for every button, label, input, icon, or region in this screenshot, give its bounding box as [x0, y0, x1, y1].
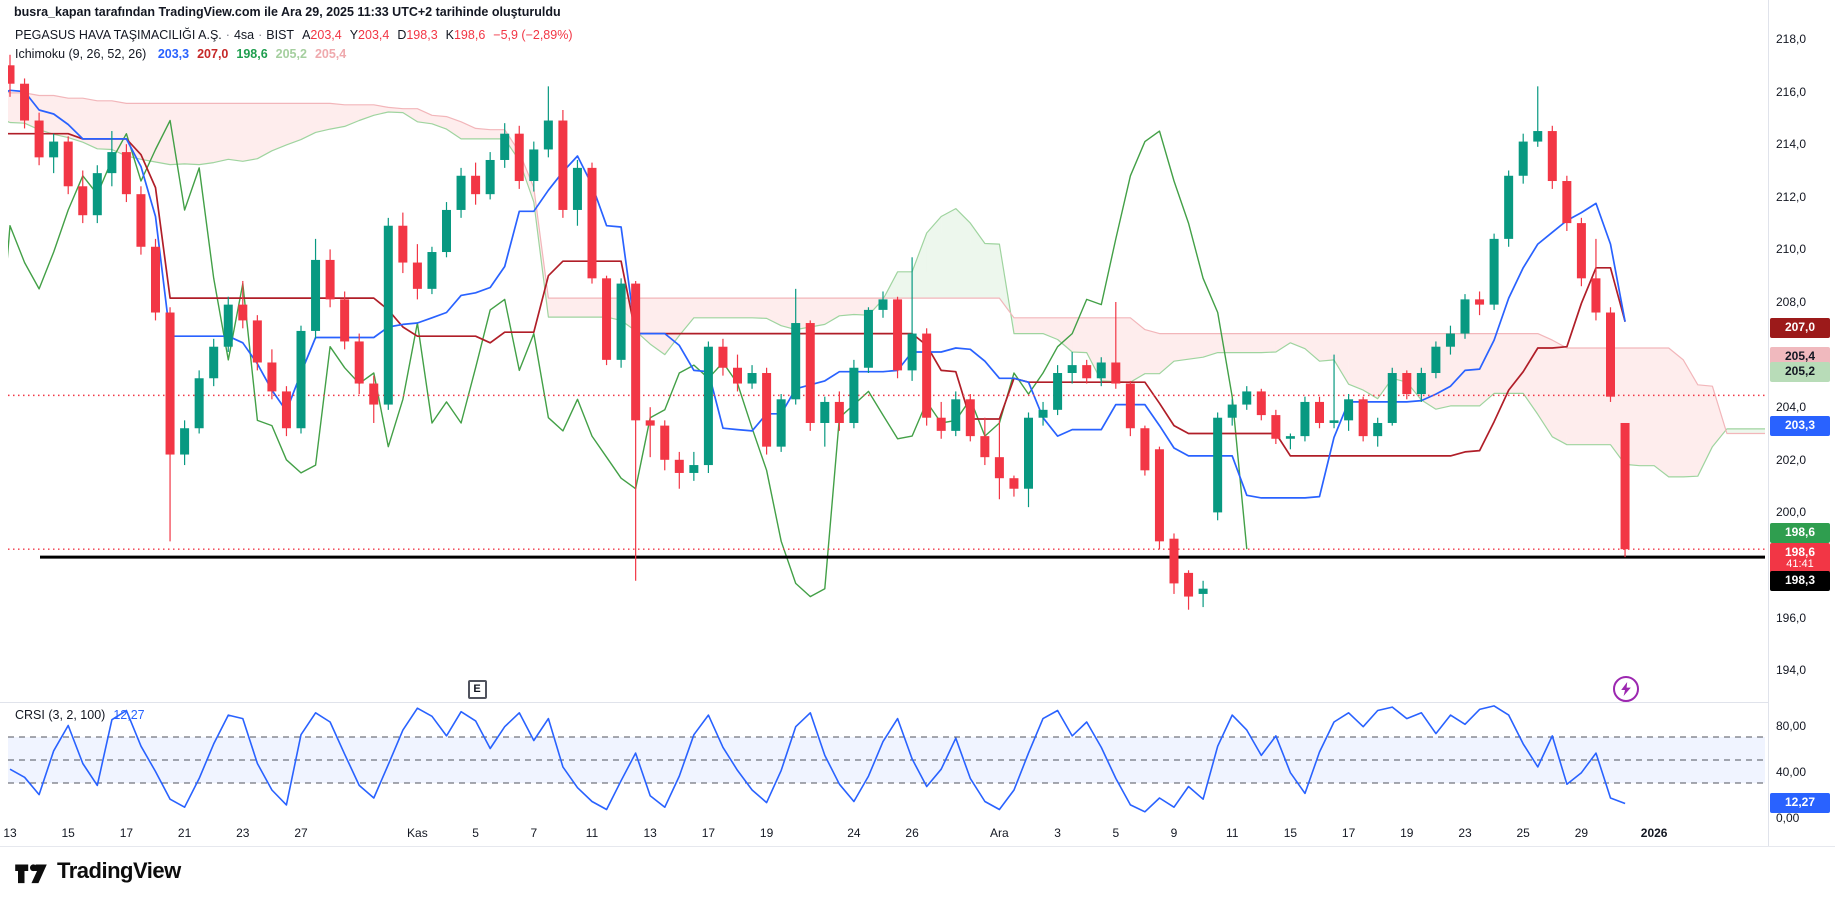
pane-divider[interactable] [0, 702, 1768, 703]
time-tick: 26 [905, 826, 918, 840]
price-badge: 198,3 [1770, 571, 1830, 591]
indicator-name[interactable]: Ichimoku (9, 26, 52, 26) [15, 47, 146, 61]
price-tick: 216,0 [1776, 85, 1806, 99]
time-tick: 17 [702, 826, 715, 840]
time-tick: 15 [62, 826, 75, 840]
time-tick: Ara [990, 826, 1009, 840]
chart-canvas[interactable] [0, 0, 1835, 909]
price-tick: 194,0 [1776, 663, 1806, 677]
indicator-row[interactable]: Ichimoku (9, 26, 52, 26) 203,3 207,0 198,6… [15, 45, 572, 64]
change-value: −5,9 (−2,89%) [493, 28, 572, 42]
time-tick: 17 [1342, 826, 1355, 840]
time-tick: 3 [1054, 826, 1061, 840]
price-tick: 196,0 [1776, 611, 1806, 625]
indicator-value: 205,2 [276, 47, 307, 61]
time-tick: 7 [530, 826, 537, 840]
time-tick: 11 [1226, 826, 1238, 840]
crsi-badge: 12,27 [1770, 793, 1830, 813]
indicator-values: 203,3 207,0 198,6 205,2 205,4 [150, 47, 346, 61]
crsi-name[interactable]: CRSI (3, 2, 100) [15, 708, 105, 722]
price-tick: 204,0 [1776, 400, 1806, 414]
price-badge: 198,6 [1770, 523, 1830, 543]
lightning-icon[interactable] [1613, 676, 1639, 702]
crsi-legend[interactable]: CRSI (3, 2, 100) 12,27 [15, 708, 145, 722]
time-tick: 25 [1517, 826, 1530, 840]
time-tick: 23 [236, 826, 249, 840]
time-tick: 2026 [1641, 826, 1668, 840]
footer-divider [0, 846, 1835, 847]
legend-separator: · [258, 28, 262, 42]
price-axis-border [1768, 0, 1769, 846]
indicator-value: 207,0 [197, 47, 228, 61]
price-tick: 200,0 [1776, 505, 1806, 519]
ohlc-item: D198,3 [397, 28, 437, 42]
crsi-tick: 40,00 [1776, 765, 1806, 779]
time-tick: Kas [407, 826, 428, 840]
crsi-tick: 80,00 [1776, 719, 1806, 733]
time-tick: 27 [294, 826, 307, 840]
price-badge: 198,641:41 [1770, 543, 1830, 573]
interval-label[interactable]: 4sa [234, 28, 254, 42]
time-tick: 17 [120, 826, 133, 840]
time-tick: 29 [1575, 826, 1588, 840]
price-tick: 218,0 [1776, 32, 1806, 46]
footer-logo[interactable]: TradingView [14, 858, 181, 884]
ohlc-values: A203,4 Y203,4 D198,3 K198,6 −5,9 (−2,89%) [294, 28, 572, 42]
time-tick: 21 [178, 826, 191, 840]
ohlc-item: Y203,4 [350, 28, 390, 42]
price-tick: 214,0 [1776, 137, 1806, 151]
ohlc-item: K198,6 [446, 28, 486, 42]
time-tick: 24 [847, 826, 860, 840]
tradingview-chart-page: busra_kapan tarafından TradingView.com i… [0, 0, 1835, 909]
crsi-value: 12,27 [113, 708, 144, 722]
price-badge: 207,0 [1770, 318, 1830, 338]
symbol-title[interactable]: PEGASUS HAVA TAŞIMACILIĞI A.Ş. [15, 28, 222, 42]
earnings-marker[interactable]: E [468, 680, 487, 699]
indicator-value: 198,6 [236, 47, 267, 61]
time-tick: 13 [3, 826, 16, 840]
time-tick: 23 [1458, 826, 1471, 840]
time-tick: 13 [644, 826, 657, 840]
time-tick: 19 [1400, 826, 1413, 840]
attribution-text: busra_kapan tarafından TradingView.com i… [14, 5, 561, 19]
symbol-row[interactable]: PEGASUS HAVA TAŞIMACILIĞI A.Ş.·4sa·BISTA… [15, 26, 572, 45]
price-badge: 203,3 [1770, 416, 1830, 436]
time-tick: 5 [1112, 826, 1119, 840]
indicator-value: 205,4 [315, 47, 346, 61]
time-tick: 5 [472, 826, 479, 840]
tradingview-logo-text: TradingView [57, 858, 181, 884]
lightning-glyph [1620, 682, 1632, 696]
time-tick: 15 [1284, 826, 1297, 840]
exchange-label[interactable]: BIST [266, 28, 294, 42]
price-badge: 205,2 [1770, 362, 1830, 382]
price-tick: 208,0 [1776, 295, 1806, 309]
tradingview-logo-icon [14, 858, 48, 884]
price-tick: 212,0 [1776, 190, 1806, 204]
chart-legend: PEGASUS HAVA TAŞIMACILIĞI A.Ş.·4sa·BISTA… [15, 26, 572, 64]
price-tick: 202,0 [1776, 453, 1806, 467]
legend-separator: · [226, 28, 230, 42]
price-tick: 210,0 [1776, 242, 1806, 256]
ohlc-item: A203,4 [302, 28, 342, 42]
time-tick: 9 [1171, 826, 1178, 840]
time-tick: 11 [586, 826, 598, 840]
time-tick: 19 [760, 826, 773, 840]
indicator-value: 203,3 [158, 47, 189, 61]
